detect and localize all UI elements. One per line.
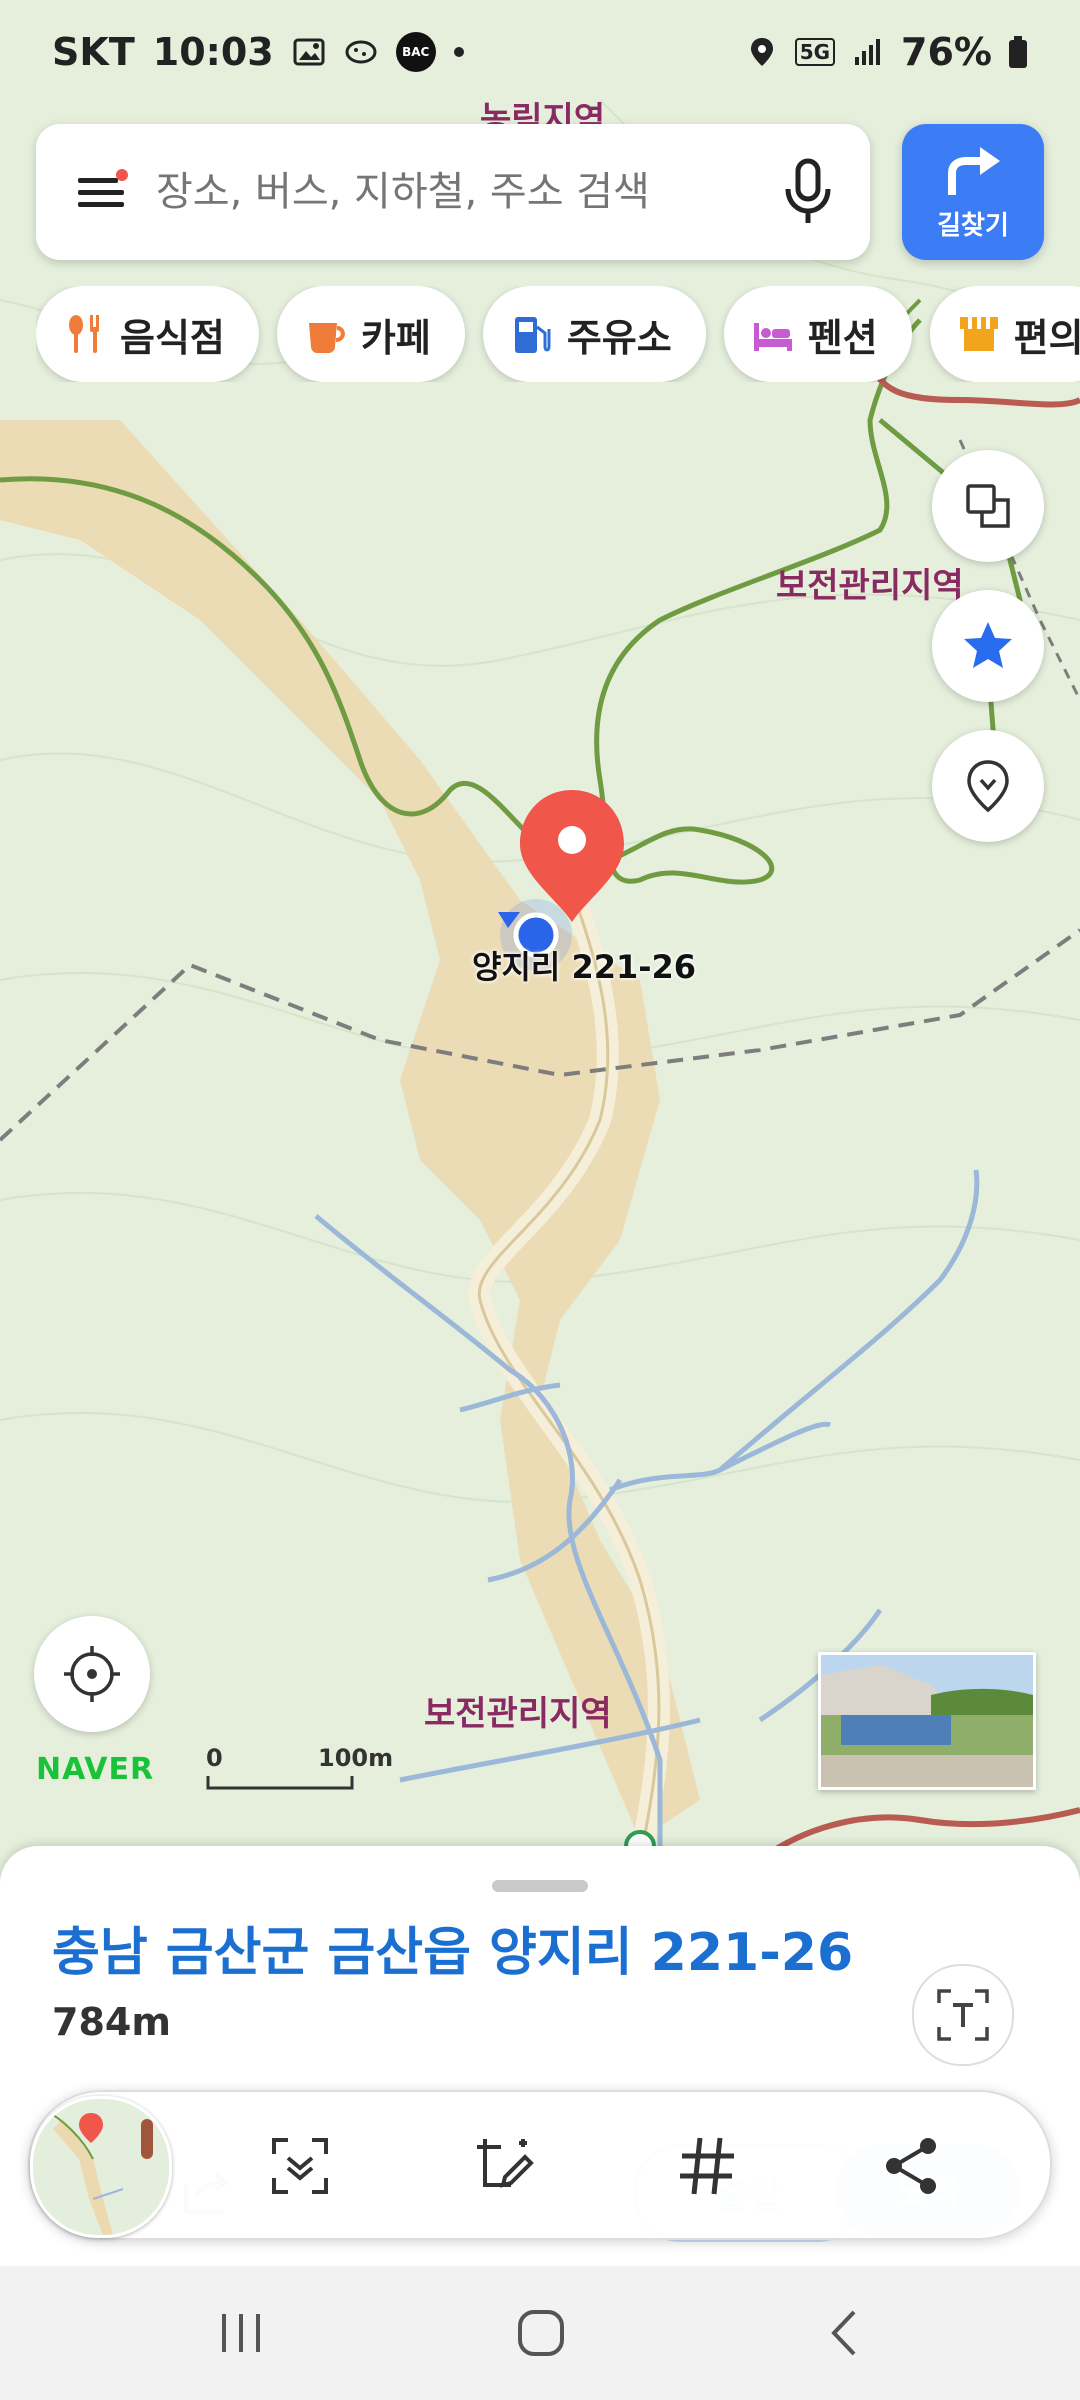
search-input[interactable]	[154, 123, 780, 261]
battery-percent: 76%	[901, 30, 992, 74]
tag-button[interactable]	[666, 2124, 750, 2208]
chip-convenience-store[interactable]: 편의	[929, 286, 1080, 382]
directions-label: 길찾기	[937, 210, 1009, 241]
battery-icon	[1009, 36, 1027, 68]
signal-icon	[855, 39, 881, 65]
current-location-button[interactable]	[34, 1616, 150, 1732]
save-location-button[interactable]	[932, 730, 1044, 842]
place-distance: 784m	[52, 2000, 171, 2044]
chip-label: 펜션	[807, 315, 878, 360]
scale-end: 100m	[318, 1744, 394, 1772]
map-label-conservation-area: 보전관리지역	[776, 566, 964, 606]
street-view-thumbnail[interactable]	[818, 1652, 1036, 1790]
search-bar[interactable]	[36, 123, 870, 261]
location-pin-icon[interactable]	[516, 786, 628, 926]
chip-label: 편의	[1013, 315, 1080, 360]
map-label-conservation-area-bottom: 보전관리지역	[424, 1694, 612, 1734]
chip-cafe[interactable]: 카페	[276, 286, 465, 382]
layers-button[interactable]	[932, 450, 1044, 562]
scroll-capture-button[interactable]	[258, 2124, 342, 2208]
status-bar: SKT 10:03 BAC 5G 76%	[0, 0, 1080, 110]
location-outline-icon	[967, 760, 1009, 813]
share-button[interactable]	[870, 2124, 954, 2208]
home-icon[interactable]	[516, 2308, 566, 2358]
text-extract-button[interactable]	[912, 1964, 1014, 2066]
scale-bar	[206, 1776, 354, 1790]
chip-gas-station[interactable]: 주유소	[482, 286, 706, 382]
chip-restaurant[interactable]: 음식점	[36, 286, 259, 382]
bac-badge: BAC	[395, 32, 436, 72]
sheet-drag-handle[interactable]	[492, 1880, 588, 1892]
capture-toolbar	[28, 2090, 1052, 2240]
recent-apps-icon[interactable]	[216, 2308, 266, 2358]
system-nav-bar	[0, 2266, 1080, 2400]
favorites-button[interactable]	[932, 590, 1044, 702]
share-icon	[886, 2138, 936, 2194]
layers-icon	[966, 484, 1010, 528]
pin-label: 양지리 221-26	[472, 948, 697, 986]
microphone-icon[interactable]	[780, 157, 836, 227]
naver-logo: NAVER	[36, 1752, 155, 1787]
menu-icon[interactable]	[76, 166, 128, 218]
edit-crop-icon	[477, 2139, 534, 2188]
gas-station-icon	[514, 317, 551, 353]
directions-button[interactable]: 길찾기	[902, 124, 1044, 260]
place-address[interactable]: 충남 금산군 금산읍 양지리 221-26	[52, 1910, 853, 1985]
gallery-icon	[293, 38, 325, 66]
carrier: SKT	[52, 30, 135, 74]
category-chips: 음식점 카페 주유소 펜션 편의	[36, 286, 1080, 382]
hashtag-icon	[680, 2137, 734, 2195]
bed-icon	[753, 323, 792, 351]
crosshair-icon	[64, 1646, 120, 1702]
chip-pension[interactable]: 펜션	[723, 286, 912, 382]
turn-right-arrow-icon	[948, 146, 1000, 195]
draw-button[interactable]	[462, 2124, 546, 2208]
store-icon	[959, 317, 998, 351]
chip-label: 카페	[360, 315, 431, 360]
network-type: 5G	[794, 38, 836, 66]
text-recognize-icon	[937, 1989, 989, 2041]
coffee-cup-icon	[308, 323, 345, 353]
scale-start: 0	[206, 1744, 223, 1772]
clock: 10:03	[152, 30, 274, 74]
notification-dot	[453, 47, 464, 57]
back-icon[interactable]	[820, 2308, 870, 2358]
location-status-icon	[750, 38, 773, 66]
chip-label: 주유소	[566, 315, 672, 360]
fork-knife-icon	[69, 315, 99, 353]
run-app-icon	[345, 40, 377, 64]
chip-label: 음식점	[120, 315, 225, 360]
map-canvas[interactable]	[0, 0, 1080, 1860]
scroll-capture-icon	[272, 2138, 328, 2194]
star-icon	[964, 622, 1012, 668]
screenshot-preview-thumbnail[interactable]	[30, 2096, 172, 2238]
